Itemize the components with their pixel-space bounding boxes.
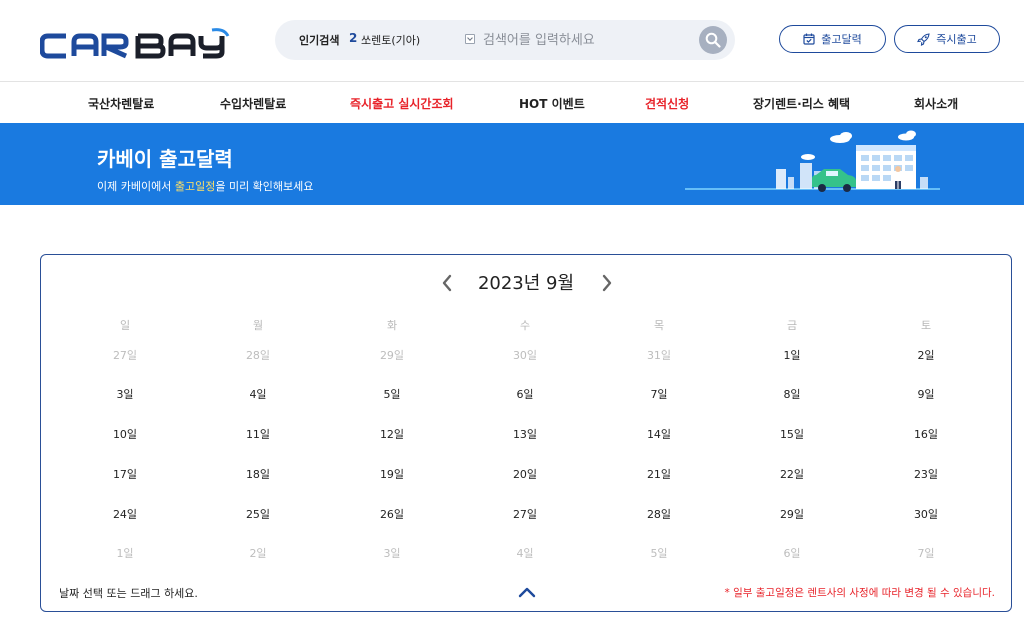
- carbay-logo[interactable]: [40, 28, 230, 64]
- nav-company[interactable]: 회사소개: [914, 95, 958, 112]
- calendar-day-cell[interactable]: 24일: [95, 506, 155, 522]
- nav-hot-event[interactable]: HOT 이벤트: [519, 95, 585, 112]
- weekday-label: 금: [786, 319, 798, 332]
- calendar-day-cell[interactable]: 26일: [362, 506, 422, 522]
- calendar-day-cell[interactable]: 13일: [495, 426, 555, 442]
- calendar-hint: 날짜 선택 또는 드래그 하세요.: [59, 587, 198, 600]
- calendar-day-cell[interactable]: 5일: [629, 545, 689, 561]
- calendar-day-cell[interactable]: 7일: [629, 386, 689, 402]
- chevron-up-icon[interactable]: [517, 585, 537, 599]
- search-icon: [705, 32, 721, 48]
- instant-release-button[interactable]: 즉시출고: [894, 25, 1000, 53]
- banner-title: 카베이 출고달력: [97, 147, 233, 171]
- weekday-label: 토: [920, 319, 932, 332]
- popular-search-term[interactable]: 쏘렌토(기아): [361, 32, 420, 48]
- nav-domestic-rental[interactable]: 국산차렌탈료: [88, 95, 154, 112]
- calendar-day-cell[interactable]: 22일: [762, 466, 822, 482]
- calendar-day-cell[interactable]: 5일: [362, 386, 422, 402]
- calendar-day-cell[interactable]: 10일: [95, 426, 155, 442]
- calendar-day-cell[interactable]: 2일: [896, 347, 956, 363]
- banner-subtitle-pre: 이제 카베이에서: [97, 180, 175, 193]
- banner-subtitle-post: 을 미리 확인해보세요: [215, 180, 314, 193]
- instant-release-label: 즉시출고: [936, 33, 977, 46]
- calendar-day-cell[interactable]: 3일: [95, 386, 155, 402]
- nav-lease-benefits[interactable]: 장기렌트·리스 혜택: [753, 95, 850, 112]
- calendar-day-cell[interactable]: 27일: [495, 506, 555, 522]
- calendar-day-cell[interactable]: 2일: [228, 545, 288, 561]
- prev-month-icon[interactable]: [437, 271, 457, 295]
- popular-dropdown-icon[interactable]: [465, 34, 475, 44]
- calendar-day-cell[interactable]: 4일: [228, 386, 288, 402]
- calendar-day-cell[interactable]: 15일: [762, 426, 822, 442]
- calendar-month-title: 2023년 9월: [477, 273, 575, 294]
- popular-search-label: 인기검색: [299, 34, 340, 47]
- city-calendar-illustration: [685, 130, 940, 192]
- popular-search-rank: 2: [349, 31, 358, 45]
- banner-subtitle-highlight: 출고일정: [174, 180, 216, 193]
- main-nav: 국산차렌탈료 수입차렌탈료 즉시출고 실시간조회 HOT 이벤트 견적신청 장기…: [0, 83, 1024, 123]
- calendar-day-cell[interactable]: 28일: [629, 506, 689, 522]
- calendar-day-cell[interactable]: 17일: [95, 466, 155, 482]
- calendar-day-cell[interactable]: 6일: [495, 386, 555, 402]
- calendar-day-cell[interactable]: 8일: [762, 386, 822, 402]
- calendar-day-cell[interactable]: 7일: [896, 545, 956, 561]
- calendar-day-cell[interactable]: 4일: [495, 545, 555, 561]
- calendar-day-cell[interactable]: 25일: [228, 506, 288, 522]
- calendar-day-cell[interactable]: 30일: [495, 347, 555, 363]
- calendar-day-cell[interactable]: 6일: [762, 545, 822, 561]
- search-bar: 인기검색 2 쏘렌토(기아): [275, 20, 735, 60]
- search-input[interactable]: [483, 28, 683, 52]
- calendar-disclaimer: * 일부 출고일정은 렌트사의 사정에 따라 변경 될 수 있습니다.: [724, 587, 995, 599]
- calendar-day-cell[interactable]: 21일: [629, 466, 689, 482]
- calendar-day-cell[interactable]: 1일: [95, 545, 155, 561]
- calendar-day-cell[interactable]: 28일: [228, 347, 288, 363]
- calendar-day-cell[interactable]: 3일: [362, 545, 422, 561]
- calendar-day-cell[interactable]: 27일: [95, 347, 155, 363]
- weekday-label: 일: [119, 319, 131, 332]
- calendar-day-cell[interactable]: 20일: [495, 466, 555, 482]
- nav-quote-request[interactable]: 견적신청: [645, 95, 689, 112]
- release-calendar: 2023년 9월 일 월 화 수 목 금 토 27일 28일 29일 30일 31일 1일 2일 3일 4일…: [40, 254, 1012, 612]
- calendar-day-cell[interactable]: 14일: [629, 426, 689, 442]
- weekday-label: 월: [252, 319, 264, 332]
- next-month-icon[interactable]: [597, 271, 617, 295]
- calendar-day-cell[interactable]: 11일: [228, 426, 288, 442]
- calendar-day-cell[interactable]: 23일: [896, 466, 956, 482]
- calendar-day-cell[interactable]: 16일: [896, 426, 956, 442]
- calendar-day-cell[interactable]: 19일: [362, 466, 422, 482]
- page-banner: 카베이 출고달력 이제 카베이에서 출고일정을 미리 확인해보세요: [0, 123, 1024, 205]
- calendar-day-cell[interactable]: 12일: [362, 426, 422, 442]
- calendar-day-cell[interactable]: 9일: [896, 386, 956, 402]
- weekday-label: 목: [653, 319, 665, 332]
- calendar-day-cell[interactable]: 18일: [228, 466, 288, 482]
- calendar-day-cell[interactable]: 31일: [629, 347, 689, 363]
- calendar-day-cell[interactable]: 30일: [896, 506, 956, 522]
- rocket-icon: [917, 32, 930, 46]
- banner-subtitle: 이제 카베이에서 출고일정을 미리 확인해보세요: [97, 178, 313, 194]
- calendar-day-cell[interactable]: 29일: [362, 347, 422, 363]
- site-header: 인기검색 2 쏘렌토(기아) 출고달력 즉시출고: [0, 0, 1024, 82]
- nav-import-rental[interactable]: 수입차렌탈료: [220, 95, 286, 112]
- calendar-check-icon: [803, 33, 815, 45]
- weekday-label: 화: [386, 319, 398, 332]
- search-button[interactable]: [699, 26, 727, 54]
- calendar-day-cell[interactable]: 29일: [762, 506, 822, 522]
- release-calendar-label: 출고달력: [821, 33, 862, 46]
- release-calendar-button[interactable]: 출고달력: [779, 25, 886, 53]
- nav-instant-release[interactable]: 즉시출고 실시간조회: [350, 95, 454, 112]
- weekday-label: 수: [519, 319, 531, 332]
- calendar-day-cell[interactable]: 1일: [762, 347, 822, 363]
